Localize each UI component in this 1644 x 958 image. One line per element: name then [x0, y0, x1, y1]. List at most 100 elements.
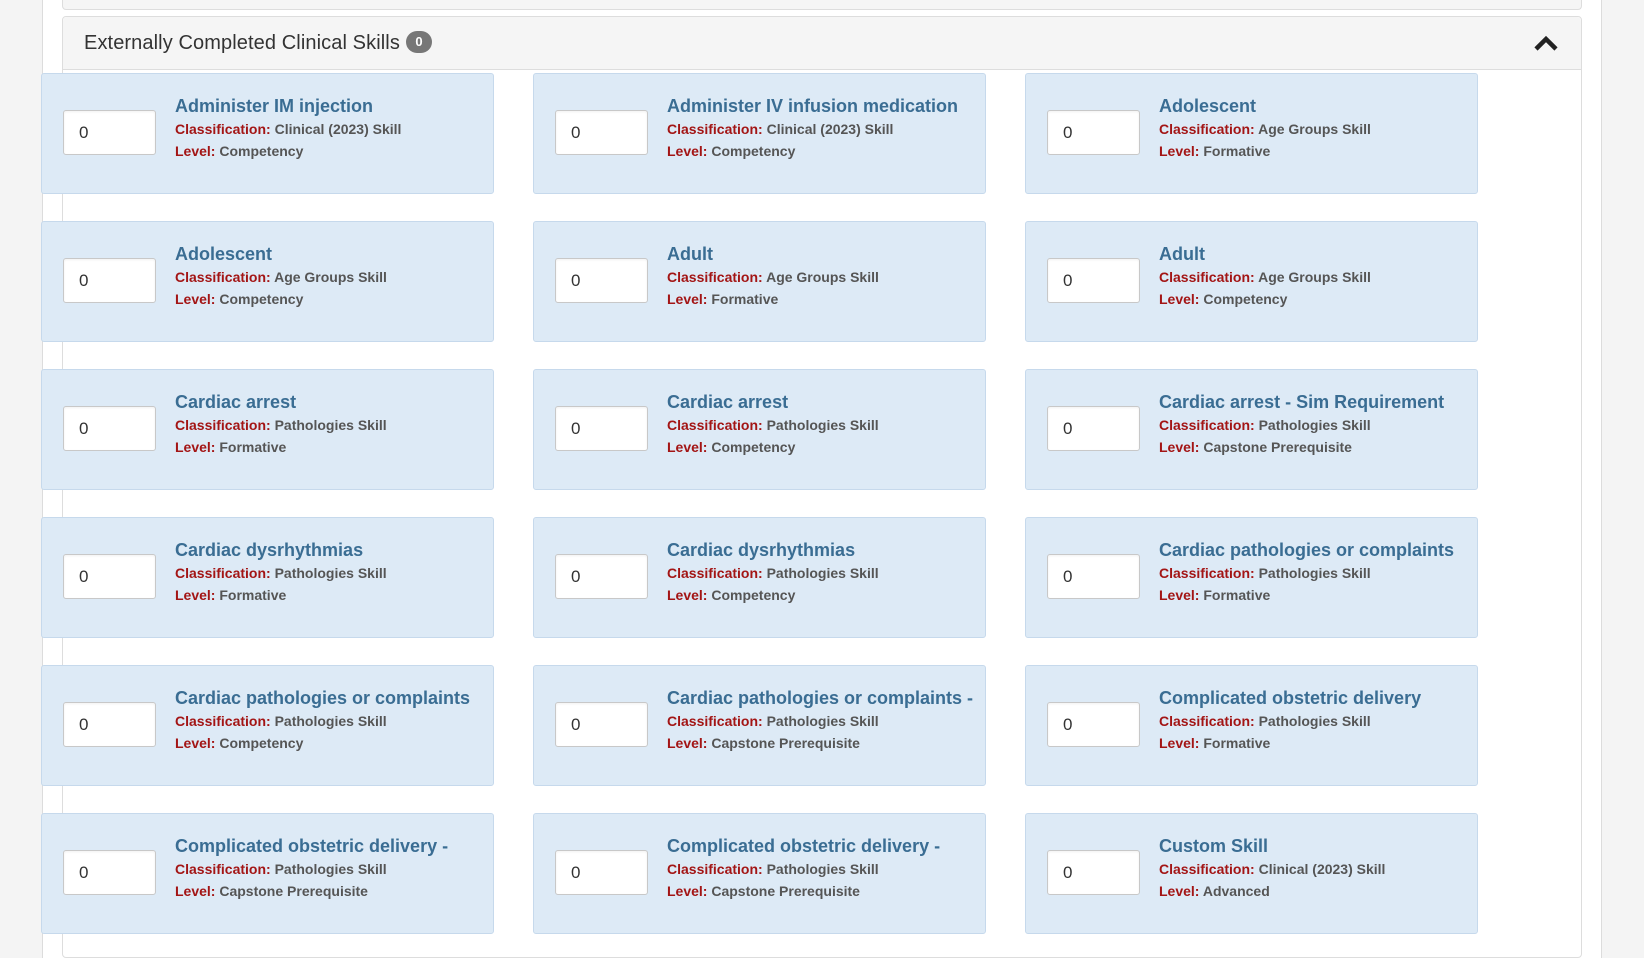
- skill-count-input[interactable]: [63, 850, 156, 895]
- skill-name-link[interactable]: Complicated obstetric delivery: [1159, 686, 1469, 710]
- skill-name-link[interactable]: Cardiac arrest - Sim Requirement: [1159, 390, 1469, 414]
- level-label: Level:: [175, 883, 216, 899]
- skill-name-link[interactable]: Cardiac dysrhythmias: [667, 538, 977, 562]
- skill-count-input[interactable]: [1047, 258, 1140, 303]
- skill-details: Cardiac dysrhythmias Classification: Pat…: [175, 538, 485, 606]
- level-label: Level:: [1159, 587, 1200, 603]
- skill-name-link[interactable]: Administer IM injection: [175, 94, 485, 118]
- skill-card: Cardiac pathologies or complaints Classi…: [41, 665, 494, 786]
- level-label: Level:: [667, 291, 708, 307]
- classification-label: Classification:: [175, 565, 271, 581]
- skill-card: Cardiac arrest - Sim Requirement Classif…: [1025, 369, 1478, 490]
- skill-count-input[interactable]: [63, 110, 156, 155]
- level-value: Formative: [219, 587, 287, 603]
- skill-level: Level: Competency: [667, 436, 977, 458]
- level-value: Competency: [219, 291, 304, 307]
- level-value: Competency: [711, 587, 796, 603]
- skill-count-input[interactable]: [63, 554, 156, 599]
- skill-card: Complicated obstetric delivery - Classif…: [533, 813, 986, 934]
- classification-value: Clinical (2023) Skill: [1258, 861, 1386, 877]
- skill-classification: Classification: Age Groups Skill: [1159, 118, 1469, 140]
- skill-count-input[interactable]: [555, 406, 648, 451]
- skill-details: Cardiac arrest Classification: Pathologi…: [667, 390, 977, 458]
- level-label: Level:: [1159, 735, 1200, 751]
- skill-name-link[interactable]: Cardiac arrest: [667, 390, 977, 414]
- skill-level: Level: Formative: [1159, 140, 1469, 162]
- skill-count-input[interactable]: [1047, 702, 1140, 747]
- classification-value: Pathologies Skill: [1258, 417, 1371, 433]
- level-label: Level:: [667, 143, 708, 159]
- skill-classification: Classification: Pathologies Skill: [667, 562, 977, 584]
- skill-level: Level: Capstone Prerequisite: [175, 880, 485, 902]
- skill-details: Cardiac arrest Classification: Pathologi…: [175, 390, 485, 458]
- level-label: Level:: [175, 439, 216, 455]
- skill-count-input[interactable]: [555, 258, 648, 303]
- classification-value: Pathologies Skill: [766, 417, 879, 433]
- skill-card: Cardiac arrest Classification: Pathologi…: [41, 369, 494, 490]
- skill-count-input[interactable]: [1047, 850, 1140, 895]
- previous-panel-edge: [62, 0, 1582, 10]
- classification-value: Pathologies Skill: [1258, 565, 1371, 581]
- skill-name-link[interactable]: Administer IV infusion medication: [667, 94, 977, 118]
- level-label: Level:: [667, 439, 708, 455]
- skill-name-link[interactable]: Adult: [1159, 242, 1469, 266]
- skill-classification: Classification: Pathologies Skill: [1159, 414, 1469, 436]
- skill-name-link[interactable]: Adolescent: [1159, 94, 1469, 118]
- skill-details: Administer IM injection Classification: …: [175, 94, 485, 162]
- classification-value: Pathologies Skill: [766, 565, 879, 581]
- skill-name-link[interactable]: Cardiac pathologies or complaints -: [667, 686, 977, 710]
- classification-label: Classification:: [175, 417, 271, 433]
- skill-count-input[interactable]: [555, 110, 648, 155]
- classification-value: Age Groups Skill: [1258, 121, 1371, 137]
- skill-level: Level: Competency: [667, 140, 977, 162]
- skill-classification: Classification: Pathologies Skill: [175, 710, 485, 732]
- skill-count-input[interactable]: [63, 258, 156, 303]
- level-label: Level:: [667, 883, 708, 899]
- skill-classification: Classification: Clinical (2023) Skill: [1159, 858, 1469, 880]
- skill-name-link[interactable]: Cardiac pathologies or complaints: [175, 686, 485, 710]
- level-value: Competency: [219, 143, 304, 159]
- skill-count-input[interactable]: [555, 554, 648, 599]
- skill-classification: Classification: Age Groups Skill: [175, 266, 485, 288]
- classification-value: Pathologies Skill: [274, 417, 387, 433]
- skill-classification: Classification: Age Groups Skill: [1159, 266, 1469, 288]
- skill-details: Adult Classification: Age Groups Skill L…: [1159, 242, 1469, 310]
- skill-name-link[interactable]: Complicated obstetric delivery -: [175, 834, 485, 858]
- skill-card: Adolescent Classification: Age Groups Sk…: [41, 221, 494, 342]
- skill-classification: Classification: Pathologies Skill: [1159, 562, 1469, 584]
- skill-name-link[interactable]: Cardiac dysrhythmias: [175, 538, 485, 562]
- classification-label: Classification:: [667, 713, 763, 729]
- skill-count-input[interactable]: [1047, 110, 1140, 155]
- skill-classification: Classification: Clinical (2023) Skill: [667, 118, 977, 140]
- skill-count-input[interactable]: [1047, 554, 1140, 599]
- level-label: Level:: [1159, 883, 1200, 899]
- skill-card: Cardiac pathologies or complaints Classi…: [1025, 517, 1478, 638]
- skill-details: Complicated obstetric delivery Classific…: [1159, 686, 1469, 754]
- skill-name-link[interactable]: Adult: [667, 242, 977, 266]
- skill-name-link[interactable]: Cardiac arrest: [175, 390, 485, 414]
- skill-card: Custom Skill Classification: Clinical (2…: [1025, 813, 1478, 934]
- skill-card: Adult Classification: Age Groups Skill L…: [1025, 221, 1478, 342]
- skill-name-link[interactable]: Complicated obstetric delivery -: [667, 834, 977, 858]
- skill-count-input[interactable]: [555, 850, 648, 895]
- skill-name-link[interactable]: Custom Skill: [1159, 834, 1469, 858]
- skill-count-input[interactable]: [63, 406, 156, 451]
- skill-level: Level: Formative: [1159, 584, 1469, 606]
- collapse-toggle-button[interactable]: [1533, 31, 1559, 55]
- classification-label: Classification:: [1159, 861, 1255, 877]
- level-label: Level:: [175, 735, 216, 751]
- skill-name-link[interactable]: Cardiac pathologies or complaints: [1159, 538, 1469, 562]
- skill-count-input[interactable]: [63, 702, 156, 747]
- panel-heading[interactable]: Externally Completed Clinical Skills 0: [63, 17, 1581, 70]
- classification-label: Classification:: [1159, 565, 1255, 581]
- skill-count-input[interactable]: [1047, 406, 1140, 451]
- skill-level: Level: Capstone Prerequisite: [667, 732, 977, 754]
- skill-card: Adult Classification: Age Groups Skill L…: [533, 221, 986, 342]
- classification-label: Classification:: [175, 713, 271, 729]
- level-label: Level:: [175, 143, 216, 159]
- skill-name-link[interactable]: Adolescent: [175, 242, 485, 266]
- classification-value: Age Groups Skill: [274, 269, 387, 285]
- skill-count-input[interactable]: [555, 702, 648, 747]
- classification-label: Classification:: [667, 269, 763, 285]
- skill-classification: Classification: Pathologies Skill: [667, 858, 977, 880]
